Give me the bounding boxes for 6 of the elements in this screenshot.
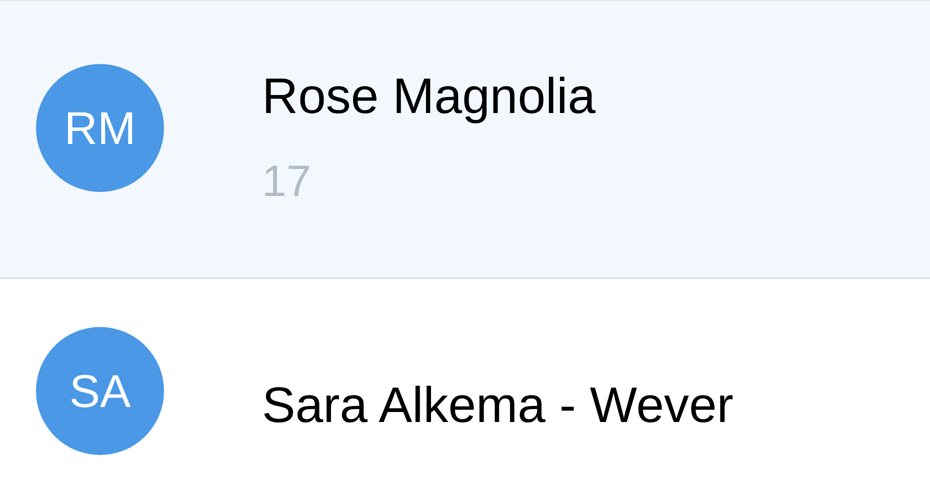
contact-detail: 17 xyxy=(262,156,312,208)
contact-row[interactable]: RM Rose Magnolia 17 xyxy=(0,1,930,279)
contact-name: Rose Magnolia xyxy=(262,67,596,126)
contact-name: Sara Alkema - Wever xyxy=(262,376,734,435)
avatar-initials: RM xyxy=(36,64,164,192)
avatar-initials: SA xyxy=(36,327,164,455)
